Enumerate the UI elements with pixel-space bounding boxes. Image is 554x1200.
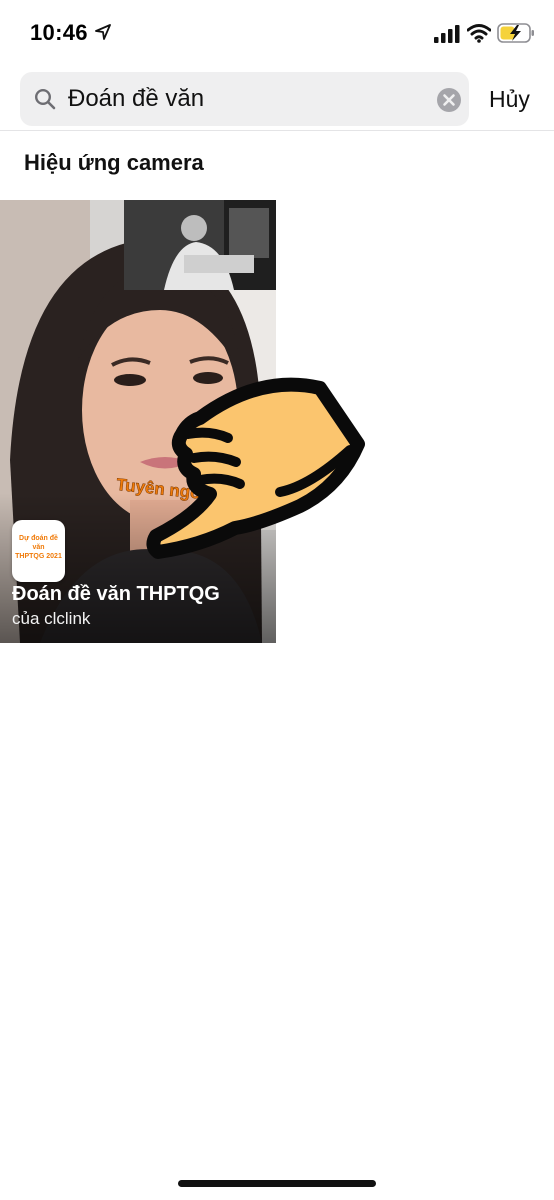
wifi-icon <box>467 24 491 43</box>
cellular-signal-icon <box>434 25 460 43</box>
effect-icon-text: Dự đoán đề văn THPTQG 2021 <box>15 534 62 561</box>
effect-icon: Dự đoán đề văn THPTQG 2021 <box>12 520 65 582</box>
effect-author: của clclink <box>12 609 91 628</box>
home-indicator <box>178 1180 376 1187</box>
status-bar: 10:46 <box>0 0 554 66</box>
search-icon <box>34 88 56 110</box>
cancel-button[interactable]: Hủy <box>489 86 530 113</box>
effect-icon-line2: THPTQG 2021 <box>15 553 62 560</box>
search-field[interactable]: Đoán đề văn <box>20 72 469 126</box>
historical-photo-thumbnail <box>124 200 276 290</box>
effect-icon-line1: Dự đoán đề văn <box>19 535 58 551</box>
location-arrow-icon <box>95 24 111 40</box>
section-title: Hiệu ứng camera <box>24 150 204 175</box>
clear-search-icon[interactable] <box>436 87 462 113</box>
search-input[interactable]: Đoán đề văn <box>68 85 204 113</box>
battery-charging-icon <box>497 23 534 43</box>
hand-pointer-icon <box>146 377 365 559</box>
header-divider <box>0 130 554 131</box>
status-time: 10:46 <box>30 20 88 45</box>
